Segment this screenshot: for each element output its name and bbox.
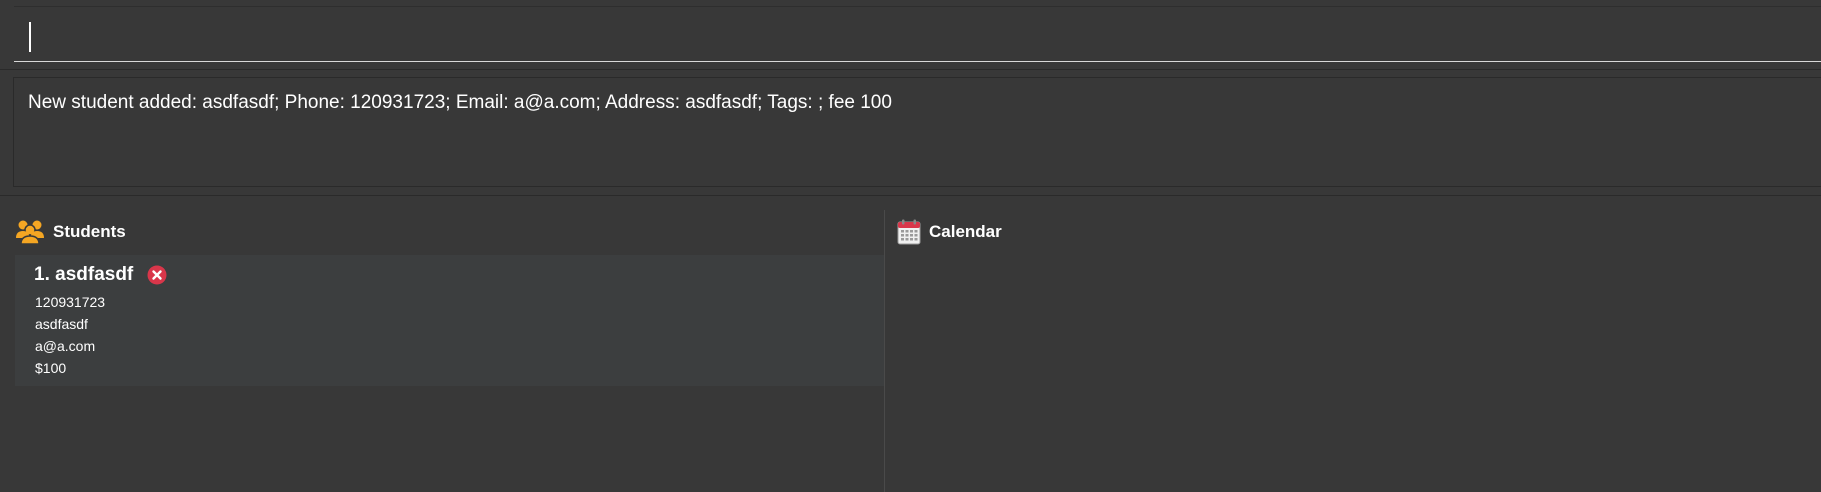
student-phone: 120931723	[35, 294, 106, 310]
people-icon	[16, 220, 44, 245]
student-card[interactable]: 1. asdfasdf 120931723 asdfasdf a@a.com $…	[15, 255, 884, 386]
student-title-row: 1. asdfasdf	[34, 264, 167, 286]
calendar-panel-title: Calendar	[929, 222, 1002, 241]
result-message: New student added: asdfasdf; Phone: 1209…	[28, 92, 892, 113]
app-window: New student added: asdfasdf; Phone: 1209…	[0, 0, 1821, 492]
section-divider	[0, 195, 1821, 196]
student-address: asdfasdf	[35, 316, 88, 332]
student-name: 1. asdfasdf	[34, 264, 134, 285]
calendar-panel-header: Calendar	[897, 219, 1002, 245]
calendar-icon	[897, 219, 921, 245]
text-caret	[29, 22, 31, 52]
panel-divider[interactable]	[884, 210, 885, 492]
student-email: a@a.com	[35, 338, 96, 354]
students-panel-title: Students	[53, 222, 126, 241]
remove-icon[interactable]	[147, 265, 167, 285]
student-fee: $100	[35, 360, 67, 376]
command-box	[0, 0, 1821, 70]
command-input[interactable]	[14, 6, 1821, 62]
result-display[interactable]: New student added: asdfasdf; Phone: 1209…	[13, 77, 1821, 187]
students-panel-header: Students	[15, 219, 126, 245]
